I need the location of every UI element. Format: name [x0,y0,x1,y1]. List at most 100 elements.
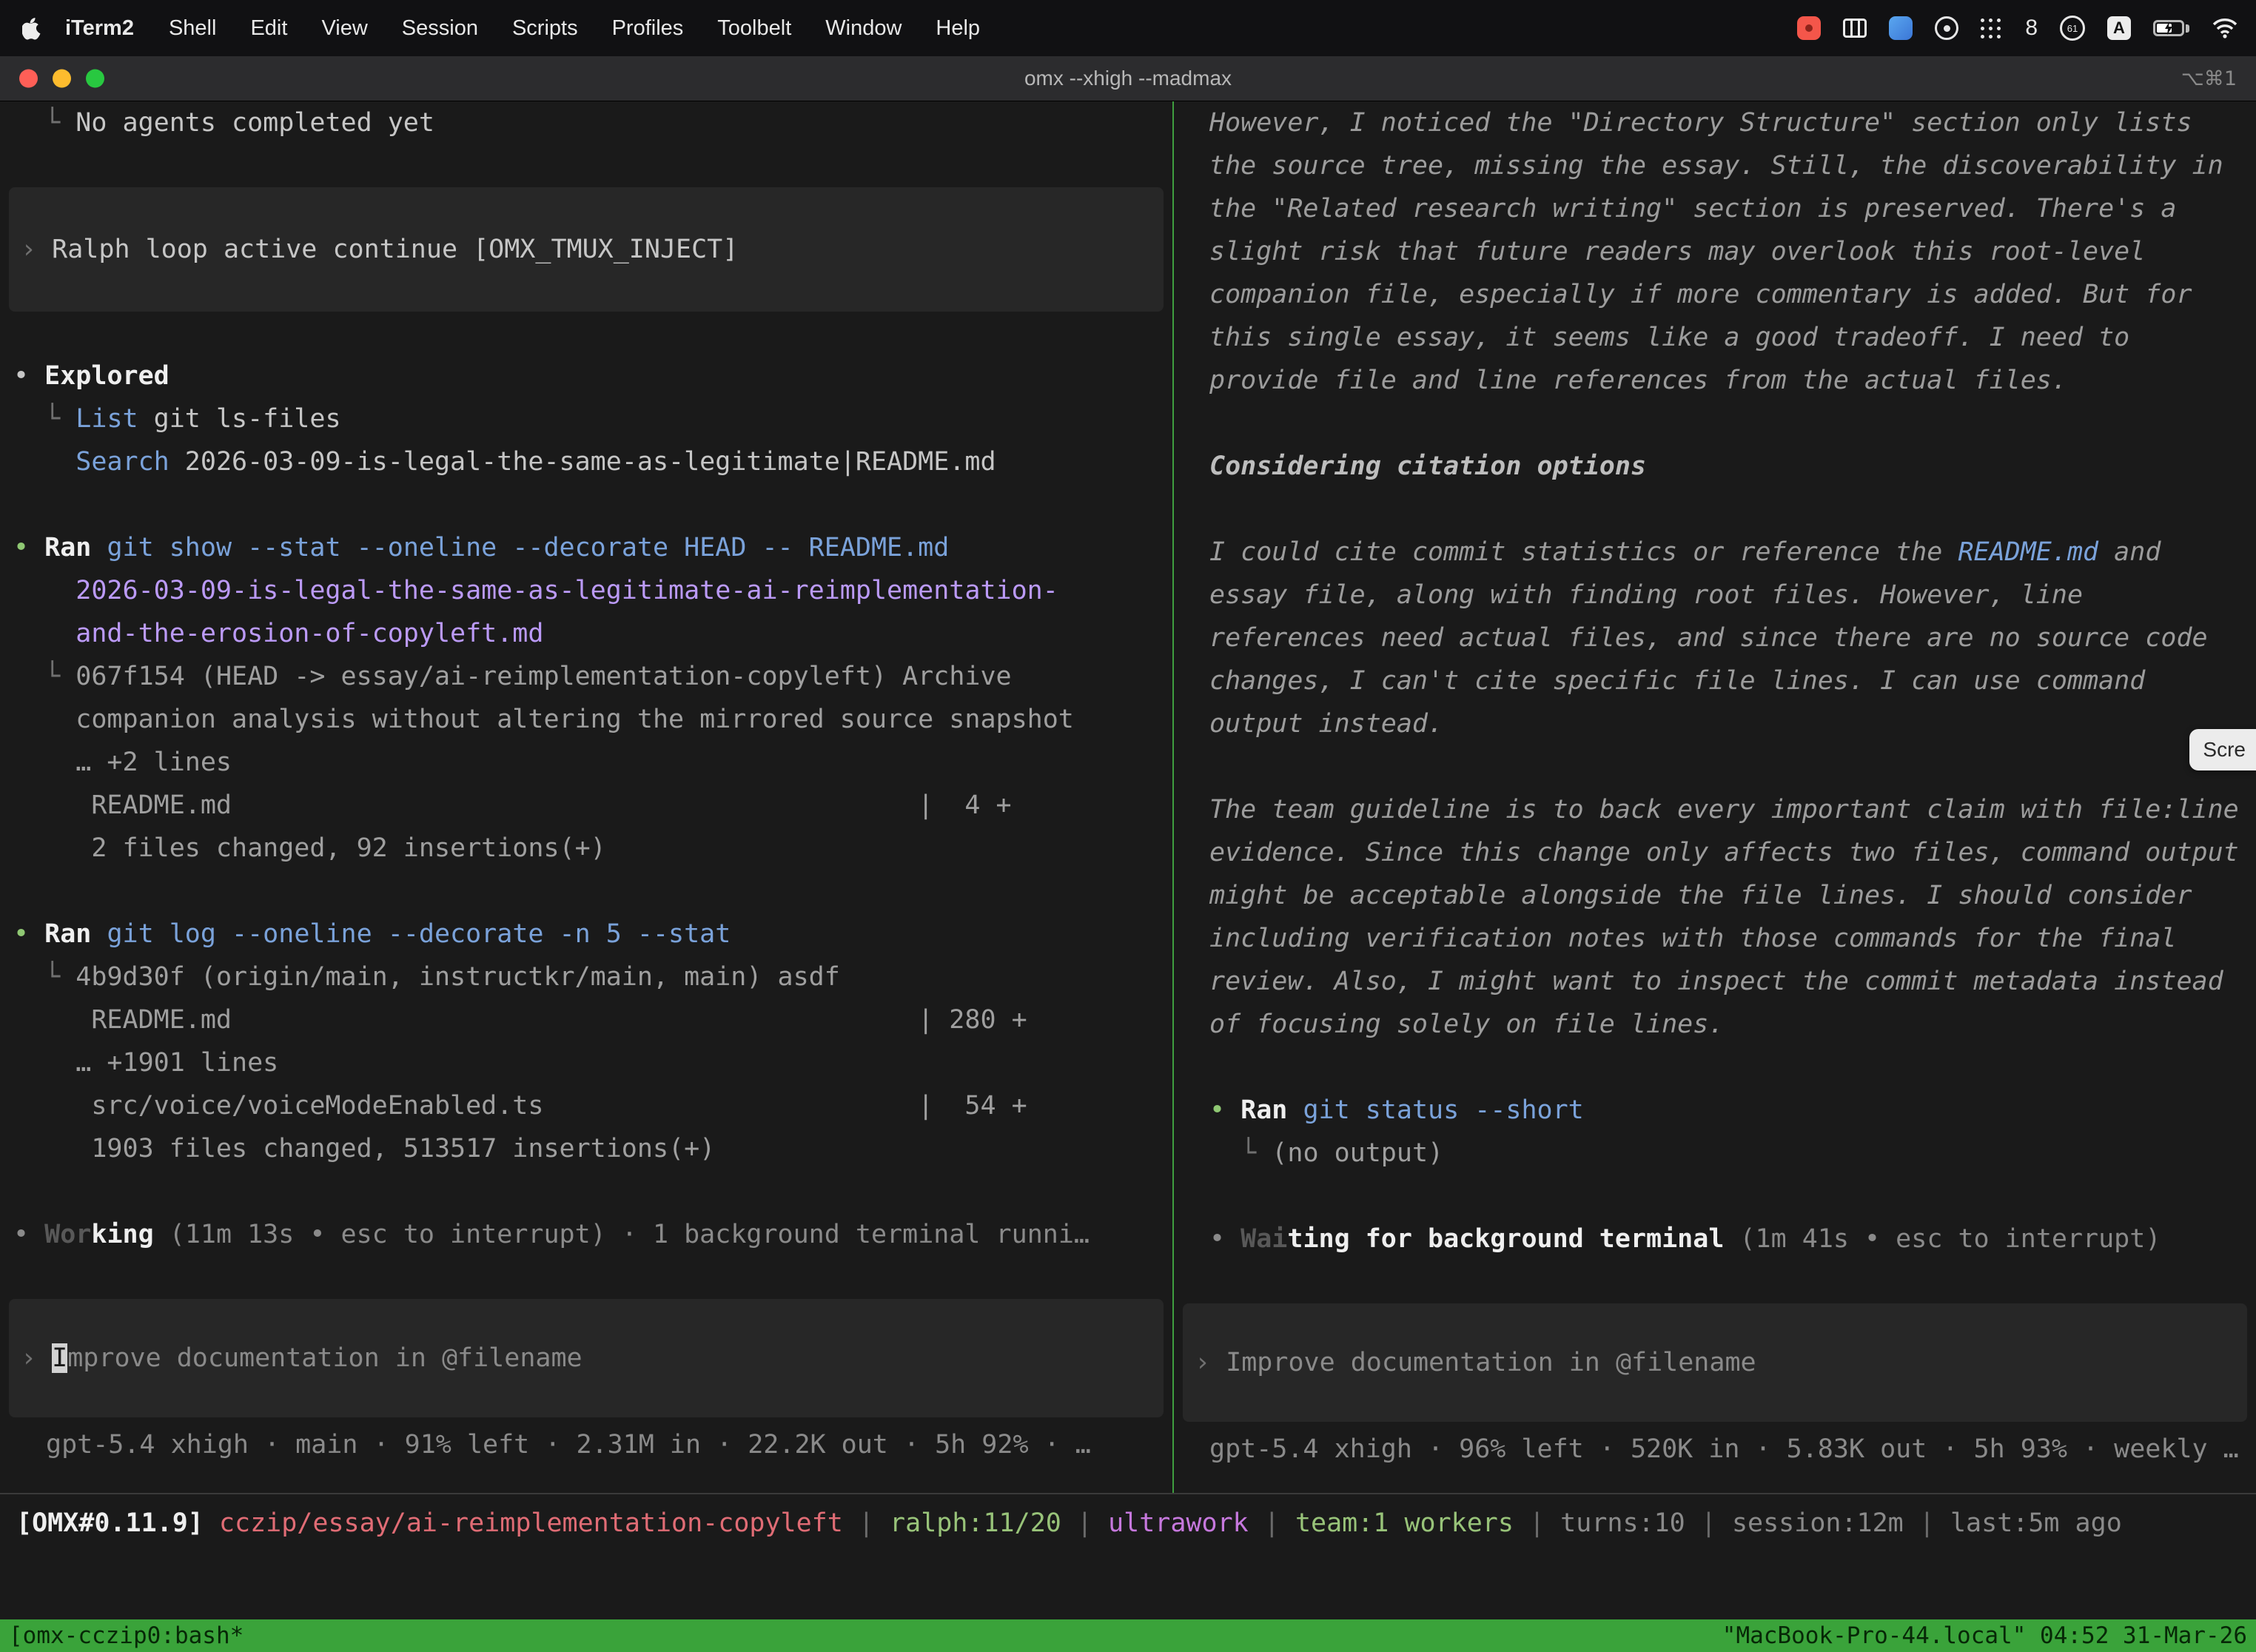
text-run: | [1685,1508,1732,1538]
text-run [204,1508,219,1538]
text-run: src/voice/voiceModeEnabled.ts | 54 + [13,1091,1027,1121]
right-pane[interactable]: However, I noticed the "Directory Struct… [1174,101,2256,1493]
apple-logo [22,16,41,40]
text-run: (no output) [1272,1138,1443,1168]
terminal-line: this single essay, it seems like a good … [1174,316,2256,359]
window-title-bar: omx --xhigh --madmax ⌥⌘1 [0,56,2256,101]
text-run: • [1209,1095,1241,1125]
terminal-line: • Waiting for background terminal (1m 41… [1174,1218,2256,1260]
terminal-line: companion file, especially if more comme… [1174,273,2256,316]
terminal-line: • Ran git log --oneline --decorate -n 5 … [0,913,1172,956]
terminal-line: └ 4b9d30f (origin/main, instructkr/main,… [0,956,1172,998]
menu-item-edit[interactable]: Edit [233,16,304,40]
text-run: and [2098,537,2161,567]
zoom-button[interactable] [86,70,104,88]
battery-icon[interactable] [2153,20,2189,36]
screen: iTerm2 ShellEditViewSessionScriptsProfil… [0,0,2256,1652]
text-run: git ls-files [138,404,341,434]
menu-item-app-name[interactable]: iTerm2 [52,16,152,41]
text-run: • [13,919,44,949]
text-run: • [13,533,44,563]
menu-item-profiles[interactable]: Profiles [595,16,701,40]
left-transcript: • Explored └ List git ls-files Search 20… [0,312,1172,1256]
dots-grid-icon[interactable] [1981,17,2003,39]
battery-gauge-icon[interactable]: 61 [2060,16,2085,41]
text-run [91,919,107,949]
text-run: [OMX#0.11.9] [16,1508,204,1538]
close-button[interactable] [19,70,38,88]
menu-item-toolbelt[interactable]: Toolbelt [700,16,808,40]
table-grid-icon[interactable] [1843,19,1867,38]
text-run: └ [1209,1138,1272,1168]
terminal-line [0,483,1172,526]
text-run: | [1514,1508,1560,1538]
terminal-line: 2026-03-09-is-legal-the-same-as-legitima… [0,569,1172,612]
menu-item-window[interactable]: Window [808,16,919,40]
wifi-icon[interactable] [2212,18,2238,38]
left-pane[interactable]: └ No agents completed yet › Ralph loop a… [0,101,1172,1493]
terminal-line: essay file, along with finding root file… [1174,574,2256,617]
terminal-line: └ No agents completed yet [0,101,1172,144]
text-run: I could cite commit statistics or refere… [1209,537,1958,567]
text-run: git status --short [1303,1095,1583,1125]
terminal-line: and-the-erosion-of-copyleft.md [0,612,1172,655]
terminal-line: output instead. [1174,702,2256,745]
text-run: Search [75,447,169,477]
text-run: ultrawork [1108,1508,1249,1538]
minimize-button[interactable] [53,70,71,88]
omx-status-bar: [OMX#0.11.9] cczip/essay/ai-reimplementa… [0,1493,2256,1554]
left-spacer [0,1256,1172,1299]
text-run: 2 files changed, 92 insertions(+) [13,833,606,863]
tmux-status-bar: [omx-cczip0:bash* "MacBook-Pro-44.local"… [0,1619,2256,1652]
window-background [0,1554,2256,1619]
text-run: mprove documentation in @filename [67,1343,582,1373]
text-run: … +2 lines [13,748,232,777]
text-run: and-the-erosion-of-copyleft.md [13,619,543,648]
left-prompt-input[interactable]: › Improve documentation in @filename [9,1299,1164,1417]
raycast-icon[interactable] [1889,16,1913,40]
terminal-line: might be acceptable alongside the file l… [1174,874,2256,917]
terminal-line: references need actual files, and since … [1174,617,2256,659]
terminal-line: Search 2026-03-09-is-legal-the-same-as-l… [0,440,1172,483]
terminal-line: I could cite commit statistics or refere… [1174,531,2256,574]
screen-overlay-button[interactable]: Scre [2189,729,2256,770]
input-source-icon[interactable]: A [2107,16,2131,40]
disc-icon[interactable] [1935,16,1958,40]
menu-item-help[interactable]: Help [919,16,997,40]
menu-item-view[interactable]: View [304,16,384,40]
text-run: README.md | 280 + [13,1005,1027,1035]
terminal-line [1174,1175,2256,1218]
right-prompt-input[interactable]: › Improve documentation in @filename [1183,1303,2247,1422]
terminal-area: └ No agents completed yet › Ralph loop a… [0,101,2256,1493]
apple-menu-icon[interactable] [22,16,41,40]
terminal-line: provide file and line references from th… [1174,359,2256,402]
terminal-line: 1903 files changed, 513517 insertions(+) [0,1127,1172,1170]
terminal-line [0,312,1172,355]
text-run: this single essay, it seems like a good … [1209,323,2129,352]
terminal-line [1174,1260,2256,1303]
text-run: session:12m [1732,1508,1904,1538]
text-run [91,533,107,563]
text-run: (11m 13s • esc to interrupt) · 1 backgro… [154,1220,1090,1249]
menu-item-session[interactable]: Session [385,16,495,40]
text-run: 067f154 (HEAD -> essay/ai-reimplementati… [75,662,1011,691]
text-run: 1903 files changed, 513517 insertions(+) [13,1134,715,1164]
terminal-line: the "Related research writing" section i… [1174,187,2256,230]
terminal-line: … +2 lines [0,741,1172,784]
tmux-host-and-time: "MacBook-Pro-44.local" 04:52 31-Mar-26 [1722,1622,2247,1649]
terminal-line: • Ran git status --short [1174,1089,2256,1132]
terminal-line: README.md | 4 + [0,784,1172,827]
menu-item-scripts[interactable]: Scripts [495,16,595,40]
text-run: might be acceptable alongside the file l… [1209,881,2192,910]
terminal-line: • Ran git show --stat --oneline --decora… [0,526,1172,569]
text-run: slight risk that future readers may over… [1209,237,2145,266]
terminal-line: of focusing solely on file lines. [1174,1003,2256,1046]
window-title: omx --xhigh --madmax [0,67,2256,90]
text-run: | [1061,1508,1108,1538]
hook-icon[interactable]: 8 [2025,16,2038,41]
menu-item-shell[interactable]: Shell [152,16,234,40]
text-run: ralph:11/20 [890,1508,1061,1538]
terminal-line: companion analysis without altering the … [0,698,1172,741]
text-run: turns:10 [1560,1508,1685,1538]
screen-recording-indicator-icon[interactable] [1797,16,1821,40]
